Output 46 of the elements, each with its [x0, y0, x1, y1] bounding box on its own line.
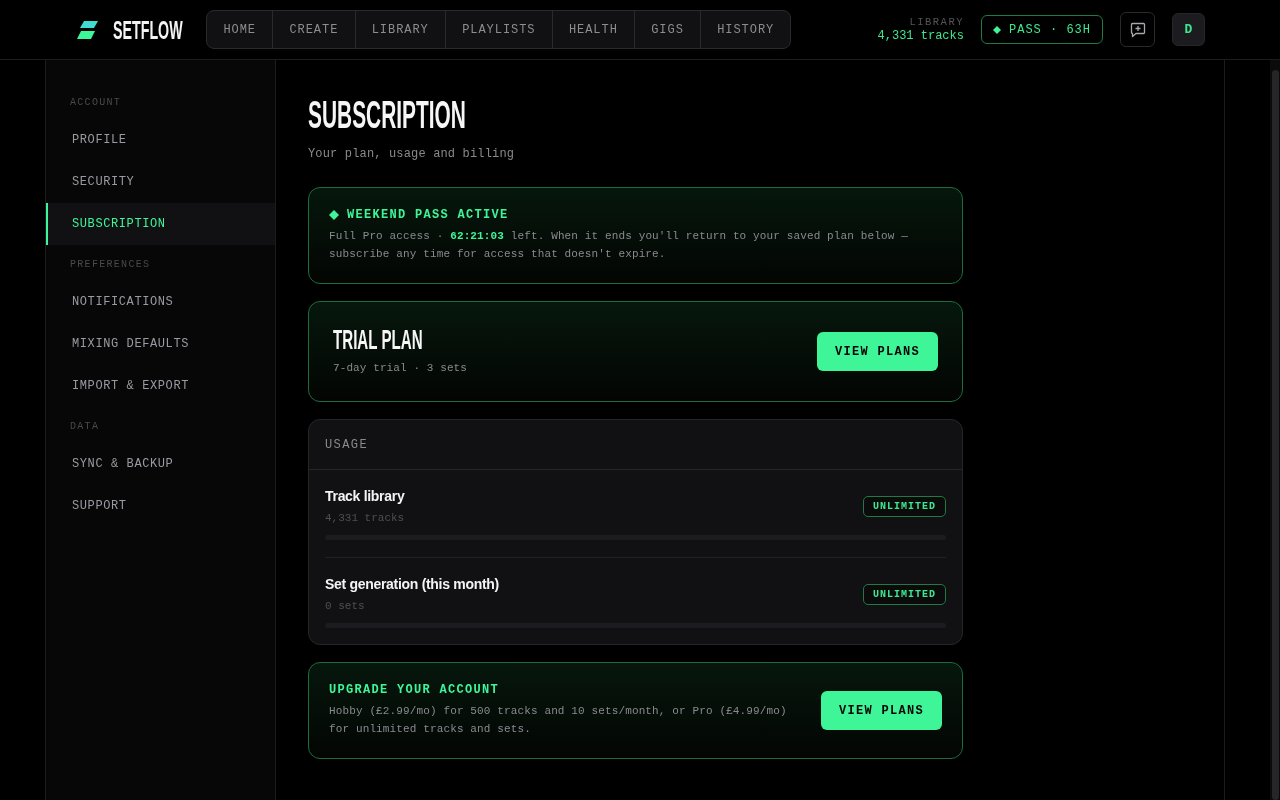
upgrade-title: UPGRADE YOUR ACCOUNT	[329, 683, 501, 697]
nav-tab[interactable]: CREATE	[272, 11, 355, 48]
sidebar-heading: DATA	[69, 421, 101, 433]
nav-tab[interactable]: GIGS	[634, 11, 700, 48]
sidebar-item[interactable]: SYNC & BACKUP	[46, 443, 275, 485]
avatar-button[interactable]: D	[1172, 13, 1205, 46]
page-subtitle: Your plan, usage and billing	[308, 146, 516, 162]
nav-tab[interactable]: LIBRARY	[354, 11, 445, 48]
upgrade-text: Hobby (£2.99/mo) for 500 tracks and 10 sets/month, or Pro (£4.99/mo) for unlimited tracks and sets.	[329, 704, 788, 737]
sidebar-item[interactable]: SECURITY	[46, 161, 275, 203]
sidebar-item[interactable]: PROFILE	[46, 119, 275, 161]
brand-name: SETFLOW	[113, 15, 183, 44]
sidebar-item[interactable]: SUPPORT	[46, 485, 275, 527]
limit-status: UNLIMITED	[863, 495, 946, 517]
nav-tab[interactable]: HISTORY	[699, 11, 791, 48]
plan-name: TRIAL PLAN	[333, 326, 423, 354]
library-label: LIBRARY	[909, 15, 964, 29]
view-plans-button[interactable]: VIEW PLANS	[817, 332, 938, 371]
usage-label: Track library	[325, 487, 405, 506]
sidebar-heading: ACCOUNT	[69, 97, 123, 109]
page-title: SUBSCRIPTION	[308, 97, 466, 133]
pass-button[interactable]: PASS · 63H	[981, 15, 1103, 44]
nav-tab[interactable]: HOME	[207, 11, 273, 48]
sidebar-item[interactable]: NOTIFICATIONS	[46, 281, 275, 323]
nav-tab[interactable]: HEALTH	[551, 11, 634, 48]
diamond-icon	[993, 25, 1001, 34]
sidebar-heading: PREFERENCES	[69, 259, 152, 271]
diamond-icon	[329, 210, 339, 220]
chat-plus-icon	[1129, 21, 1146, 38]
view-plans-button[interactable]: VIEW PLANS	[821, 691, 942, 730]
section-heading: USAGE	[325, 436, 368, 454]
plan-details: 7-day trial · 3 sets	[333, 361, 469, 376]
usage-label: Set generation (this month)	[325, 575, 499, 594]
notice-title: WEEKEND PASS ACTIVE	[347, 208, 509, 222]
feedback-button[interactable]	[1120, 12, 1155, 47]
scrollbar-thumb[interactable]	[1272, 70, 1279, 800]
nav-tab[interactable]: PLAYLISTS	[444, 11, 552, 48]
usage-count: 4,331 tracks	[325, 511, 405, 526]
library-count: 4,331 tracks	[877, 29, 964, 44]
limit-status: UNLIMITED	[863, 583, 946, 605]
sidebar-item[interactable]: IMPORT & EXPORT	[46, 365, 275, 407]
logo-icon	[77, 20, 98, 39]
usage-count: 0 sets	[325, 599, 366, 614]
sidebar-item[interactable]: MIXING DEFAULTS	[46, 323, 275, 365]
sidebar-item[interactable]: SUBSCRIPTION	[46, 203, 275, 245]
notice-text: Full Pro access · 62:21:03 left. When it ends you'll return to your saved plan below — subscribe any time for access that doesn't expire.	[329, 229, 909, 262]
